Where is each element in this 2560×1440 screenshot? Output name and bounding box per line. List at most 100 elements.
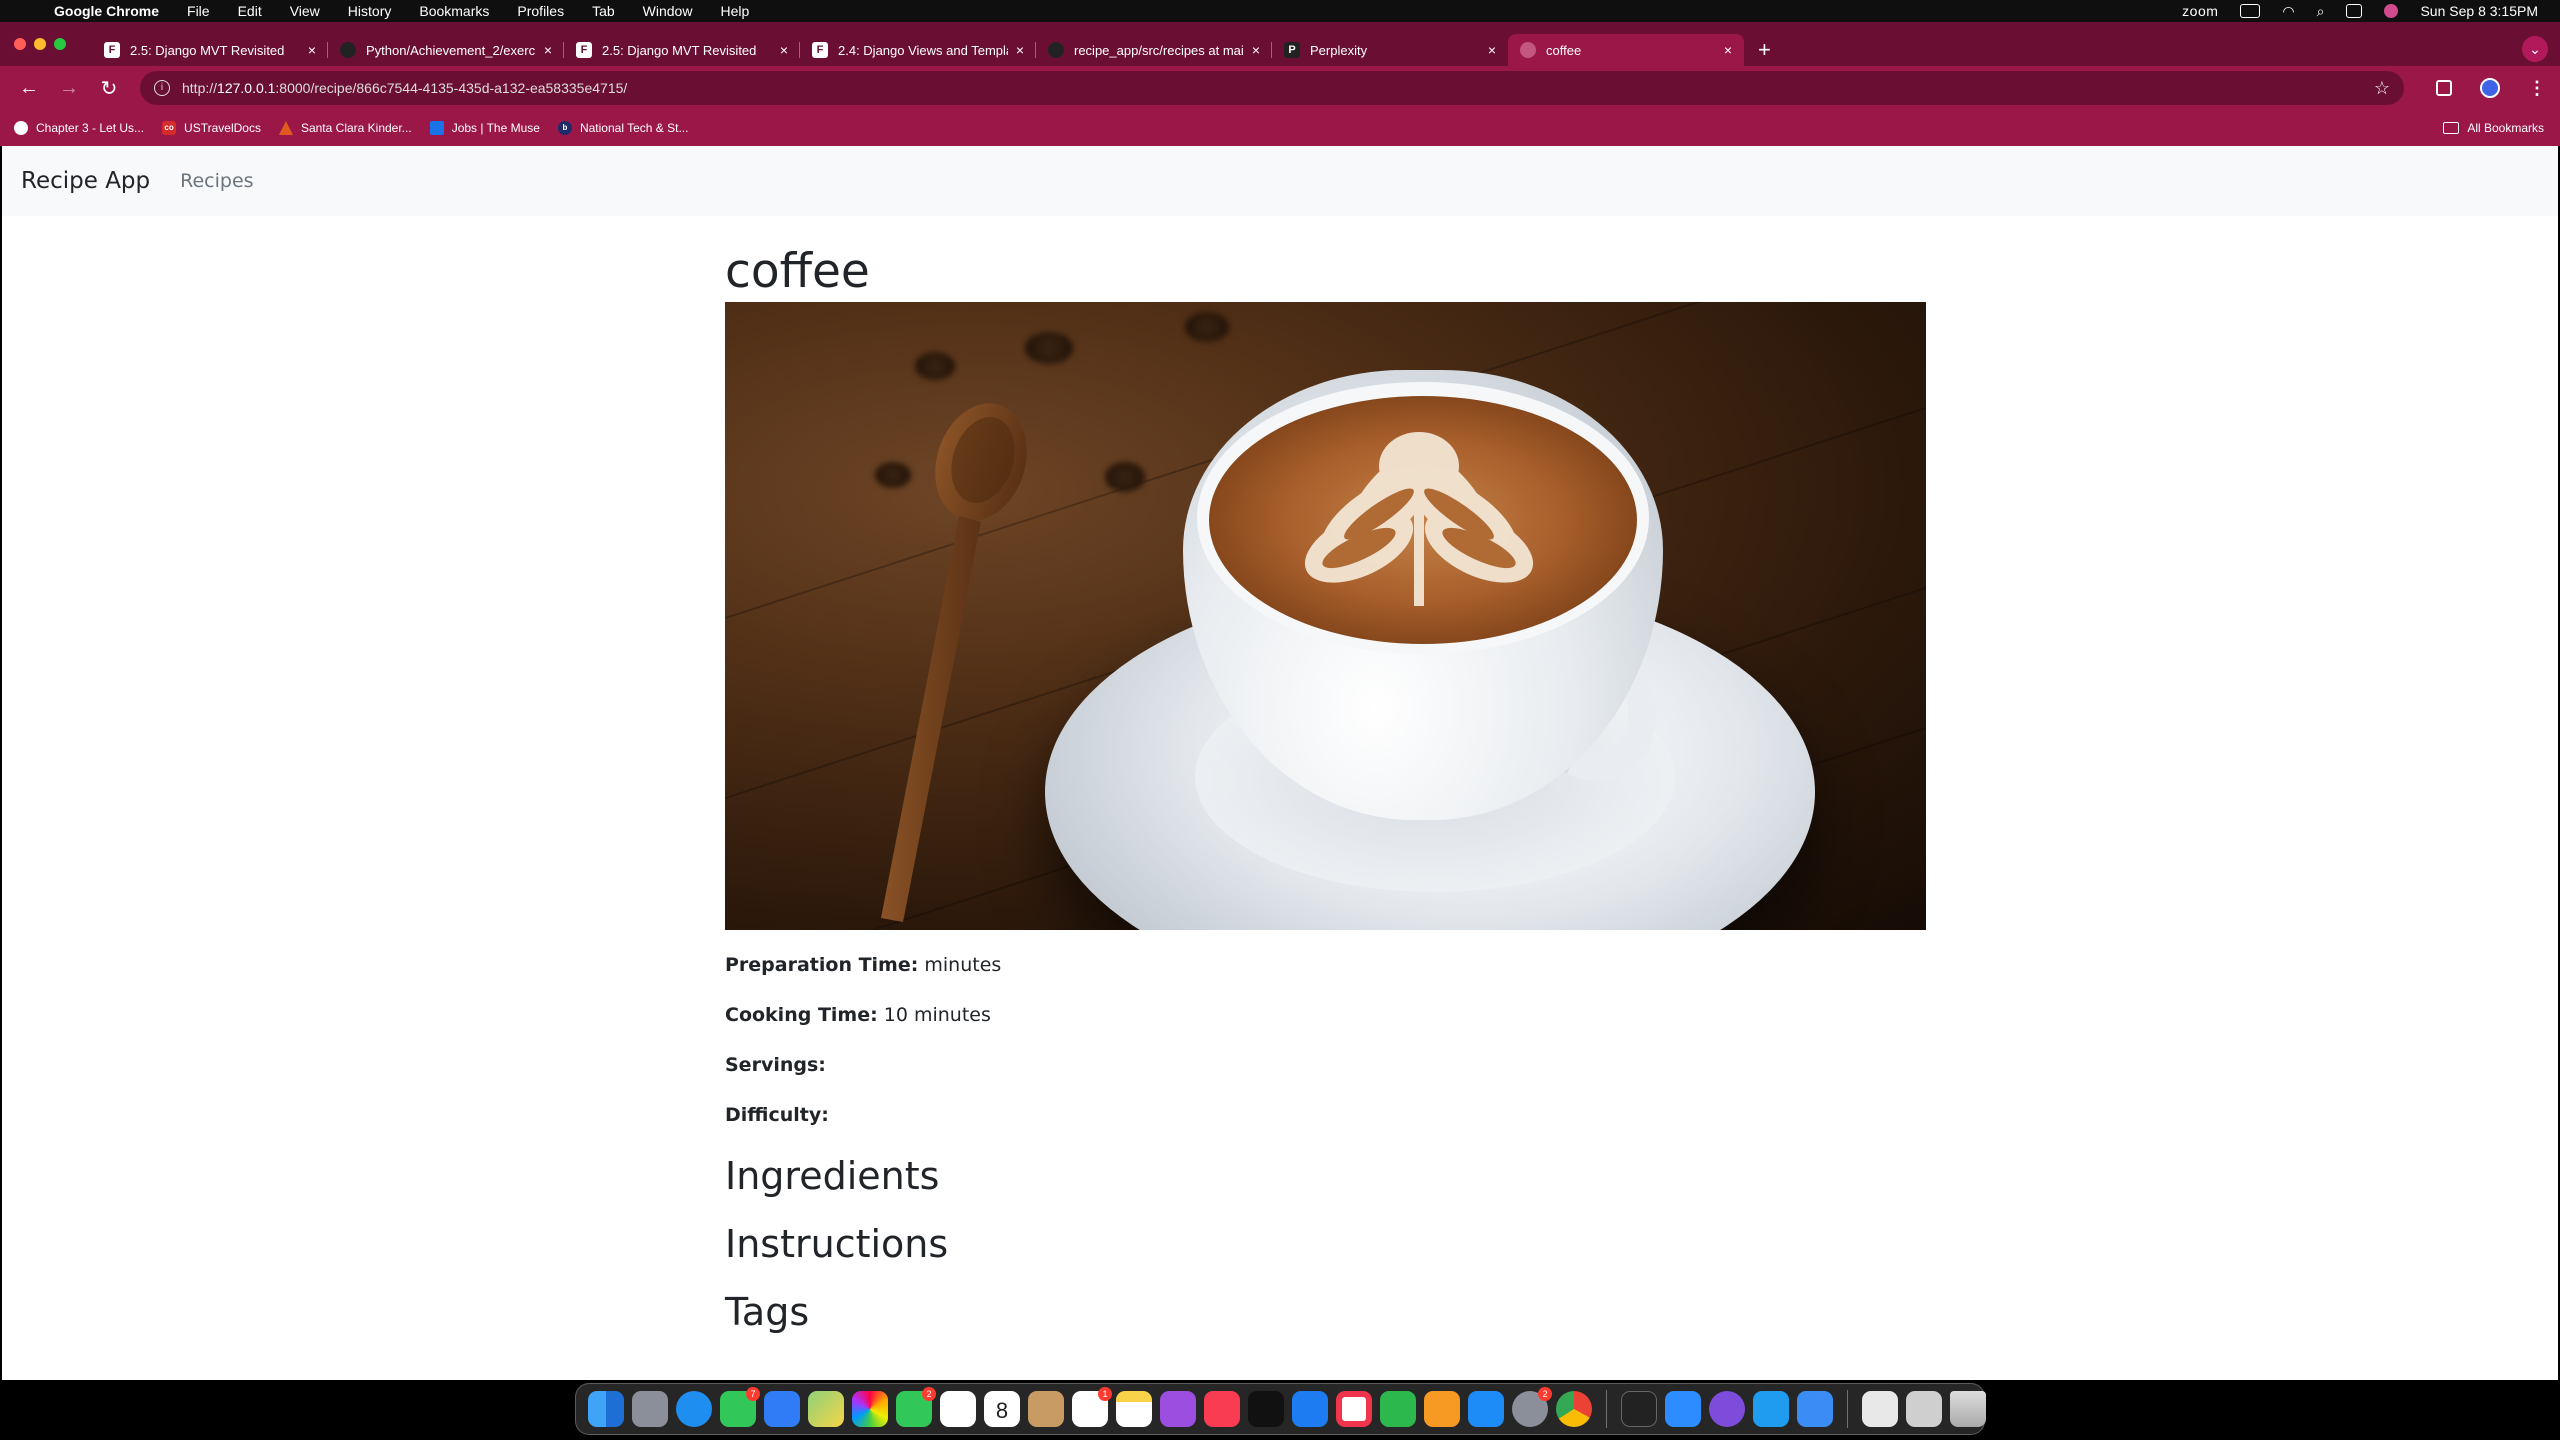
trash-icon[interactable] <box>1950 1391 1986 1427</box>
battery-icon[interactable] <box>2240 4 2261 18</box>
tab-title: 2.5: Django MVT Revisited <box>130 42 285 58</box>
site-info-icon[interactable]: i <box>154 80 170 96</box>
tab-perplexity[interactable]: P Perplexity × <box>1272 34 1508 66</box>
menu-profiles[interactable]: Profiles <box>517 0 564 22</box>
tab-search-button[interactable]: ⌄ <box>2522 36 2548 62</box>
messages-icon[interactable]: 7 <box>720 1387 760 1427</box>
contacts-icon[interactable] <box>1028 1391 1064 1427</box>
menu-window[interactable]: Window <box>643 0 693 22</box>
siri-icon[interactable] <box>2384 4 2399 18</box>
chrome-icon[interactable] <box>1556 1391 1592 1427</box>
bookmark-favicon-icon <box>278 121 293 135</box>
menubar-clock[interactable]: Sun Sep 8 3:15PM <box>2420 3 2538 19</box>
finder-icon[interactable] <box>588 1391 624 1427</box>
bookmark-favicon-icon: b <box>557 121 572 135</box>
maps-icon[interactable] <box>808 1391 844 1427</box>
coffee-bean <box>1105 462 1145 492</box>
document-stack-icon[interactable] <box>1862 1391 1898 1427</box>
bookmark-chapter3[interactable]: Chapter 3 - Let Us... <box>14 121 144 135</box>
menu-app-name[interactable]: Google Chrome <box>54 0 159 22</box>
freeform-icon[interactable] <box>940 1391 976 1427</box>
tab-django-views[interactable]: F 2.4: Django Views and Templates × <box>800 34 1036 66</box>
menu-help[interactable]: Help <box>720 0 749 22</box>
new-tab-button[interactable]: + <box>1758 34 1771 66</box>
pages-icon[interactable] <box>1424 1391 1460 1427</box>
close-tab-icon[interactable]: × <box>544 42 552 58</box>
close-tab-icon[interactable]: × <box>1252 42 1260 58</box>
github-desktop-icon[interactable] <box>1709 1391 1745 1427</box>
bookmark-star-icon[interactable]: ☆ <box>2374 78 2390 99</box>
menu-tab[interactable]: Tab <box>592 0 615 22</box>
coffee-bean <box>1185 312 1229 342</box>
forward-button[interactable]: → <box>54 77 84 100</box>
tab-coffee-active[interactable]: coffee × <box>1508 34 1744 66</box>
menu-view[interactable]: View <box>290 0 320 22</box>
url-path: :8000/recipe/866c7544-4135-435d-a132-ea5… <box>275 80 628 96</box>
keynote-icon[interactable] <box>1292 1391 1328 1427</box>
photos-icon[interactable] <box>852 1391 888 1427</box>
app-store-icon[interactable] <box>1468 1391 1504 1427</box>
tags-heading: Tags <box>725 1290 810 1334</box>
downloads-stack-icon[interactable] <box>1906 1391 1942 1427</box>
navbar-brand[interactable]: Recipe App <box>21 168 150 194</box>
numbers-icon[interactable] <box>1380 1391 1416 1427</box>
nav-link-recipes[interactable]: Recipes <box>180 170 253 192</box>
notes-icon[interactable] <box>1116 1391 1152 1427</box>
profile-avatar[interactable] <box>2480 78 2500 98</box>
close-tab-icon[interactable]: × <box>1488 42 1496 58</box>
apple-tv-icon[interactable] <box>1248 1391 1284 1427</box>
address-bar[interactable]: i http://127.0.0.1:8000/recipe/866c7544-… <box>140 71 2404 105</box>
menu-history[interactable]: History <box>348 0 392 22</box>
extensions-icon[interactable] <box>2436 80 2452 96</box>
tab-django-mvt-2[interactable]: F 2.5: Django MVT Revisited × <box>564 34 800 66</box>
podcasts-icon[interactable] <box>1160 1391 1196 1427</box>
minimize-window-button[interactable] <box>34 38 46 50</box>
wifi-icon[interactable]: ◠ <box>2282 3 2294 20</box>
vscode-icon[interactable] <box>1753 1391 1789 1427</box>
chrome-menu-icon[interactable]: ⋮ <box>2528 78 2546 99</box>
close-tab-icon[interactable]: × <box>1724 42 1732 58</box>
menu-file[interactable]: File <box>187 0 210 22</box>
all-bookmarks-label: All Bookmarks <box>2467 121 2544 135</box>
safari-icon[interactable] <box>676 1391 712 1427</box>
back-button[interactable]: ← <box>14 77 44 100</box>
all-bookmarks-button[interactable]: All Bookmarks <box>2443 121 2544 135</box>
reminders-icon[interactable]: 1 <box>1072 1387 1112 1427</box>
calendar-icon[interactable]: 8 <box>984 1391 1020 1427</box>
menu-edit[interactable]: Edit <box>238 0 262 22</box>
apple-icon[interactable] <box>22 0 44 22</box>
tab-github-exercise[interactable]: Python/Achievement_2/exercise × <box>328 34 564 66</box>
control-center-icon[interactable] <box>2346 4 2363 18</box>
music-icon[interactable] <box>1204 1391 1240 1427</box>
zoom-window-button[interactable] <box>54 38 66 50</box>
zoom-icon[interactable] <box>1665 1391 1701 1427</box>
system-settings-icon[interactable]: 2 <box>1512 1387 1552 1427</box>
close-tab-icon[interactable]: × <box>780 42 788 58</box>
reload-button[interactable]: ↻ <box>94 76 124 101</box>
zoom-status[interactable]: zoom <box>2182 3 2218 19</box>
close-tab-icon[interactable]: × <box>308 42 316 58</box>
close-window-button[interactable] <box>14 38 26 50</box>
facetime-icon[interactable]: 2 <box>896 1387 936 1427</box>
wooden-spoon <box>881 403 1027 922</box>
xcode-icon[interactable] <box>1797 1391 1833 1427</box>
bookmark-national-tech[interactable]: b National Tech & St... <box>557 121 688 135</box>
tab-django-mvt-1[interactable]: F 2.5: Django MVT Revisited × <box>92 34 328 66</box>
servings-label: Servings: <box>725 1054 826 1076</box>
news-icon[interactable] <box>1336 1391 1372 1427</box>
web-page: Recipe App Recipes coffee Preparation Ti… <box>2 146 2558 1380</box>
tab-github-recipes[interactable]: recipe_app/src/recipes at main × <box>1036 34 1272 66</box>
bookmark-the-muse[interactable]: Jobs | The Muse <box>429 121 540 135</box>
bookmark-ustraveldocs[interactable]: co USTravelDocs <box>162 121 261 135</box>
launchpad-icon[interactable] <box>632 1391 668 1427</box>
terminal-icon[interactable] <box>1621 1391 1657 1427</box>
recipe-title: coffee <box>725 244 870 299</box>
coffee-bean <box>915 352 955 380</box>
bookmark-santa-clara[interactable]: Santa Clara Kinder... <box>278 121 412 135</box>
spotlight-search-icon[interactable]: ⌕ <box>2317 3 2325 20</box>
bookmark-favicon-icon: co <box>162 121 177 135</box>
mail-icon[interactable] <box>764 1391 800 1427</box>
url-host: 127.0.0.1 <box>217 80 276 96</box>
close-tab-icon[interactable]: × <box>1016 42 1024 58</box>
menu-bookmarks[interactable]: Bookmarks <box>419 0 489 22</box>
